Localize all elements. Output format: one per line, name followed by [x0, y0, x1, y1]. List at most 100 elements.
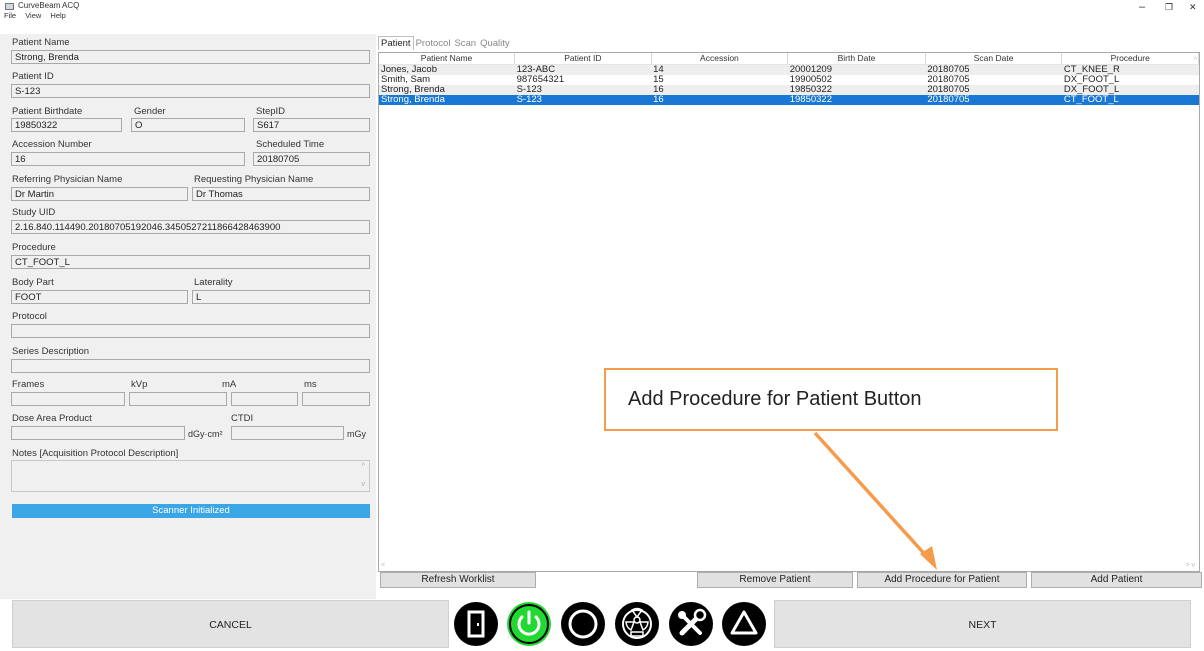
study-uid-label: Study UID — [12, 207, 56, 218]
accession-field[interactable]: 16 — [11, 152, 245, 166]
kvp-field[interactable] — [129, 392, 227, 406]
menu-view[interactable]: View — [25, 11, 41, 20]
table-cell: 14 — [651, 64, 788, 75]
table-cell: S-123 — [514, 85, 652, 95]
next-button[interactable]: NEXT — [774, 600, 1191, 648]
stepid-label: StepID — [256, 106, 286, 117]
frames-field[interactable] — [11, 392, 125, 406]
patient-id-field[interactable]: S-123 — [11, 84, 370, 98]
laterality-field[interactable]: L — [192, 290, 370, 304]
ms-label: ms — [304, 379, 317, 390]
table-cell: Strong, Brenda — [379, 95, 515, 105]
circle-icon[interactable] — [561, 602, 605, 646]
menu-bar: File View Help — [0, 11, 69, 22]
table-cell: 20180705 — [925, 85, 1062, 95]
tab-bar: Patient Protocol Scan Quality — [378, 36, 512, 50]
tab-protocol[interactable]: Protocol — [414, 37, 453, 50]
table-cell: 15 — [653, 75, 664, 85]
protocol-label: Protocol — [12, 311, 47, 322]
column-header[interactable]: Patient ID — [514, 53, 652, 65]
table-cell: DX_FOOT_L — [1061, 85, 1199, 95]
dap-unit: dGy·cm² — [188, 429, 223, 439]
table-cell: 987654321 — [516, 75, 565, 85]
warning-triangle-icon[interactable] — [722, 602, 766, 646]
table-row[interactable]: Strong, Brenda S-123 16 19850322 2018070… — [379, 85, 1199, 95]
close-button[interactable]: ✕ — [1189, 2, 1197, 12]
tab-patient[interactable]: Patient — [378, 36, 414, 50]
table-cell: 20180705 — [927, 75, 970, 85]
requesting-physician-label: Requesting Physician Name — [194, 174, 314, 185]
table-cell: Smith, Sam — [381, 75, 431, 85]
table-scroll-left-icon[interactable]: < — [381, 562, 385, 569]
table-cell: Strong, Brenda — [379, 85, 515, 95]
table-scroll-right-icon[interactable]: > v — [1185, 562, 1195, 569]
notes-label: Notes [Acquisition Protocol Description] — [12, 448, 179, 459]
table-cell: 16 — [651, 85, 788, 95]
table-cell: DX_FOOT_L — [1063, 75, 1120, 85]
ctdi-unit: mGy — [347, 429, 366, 439]
birthdate-label: Patient Birthdate — [12, 106, 83, 117]
column-header[interactable]: Scan Date — [925, 53, 1063, 65]
door-icon[interactable] — [454, 602, 498, 646]
table-cell: CT_FOOT_L — [1061, 95, 1199, 105]
maximize-button[interactable]: ❐ — [1165, 2, 1173, 12]
scheduled-time-label: Scheduled Time — [256, 139, 325, 150]
add-patient-button[interactable]: Add Patient — [1031, 572, 1202, 588]
cancel-button[interactable]: CANCEL — [12, 600, 449, 648]
table-cell: 20180705 — [925, 64, 1062, 75]
frames-label: Frames — [12, 379, 45, 390]
stepid-field[interactable]: S617 — [253, 118, 370, 132]
title-bar: CurveBeam ACQ – ❐ ✕ — [0, 0, 1204, 13]
column-header[interactable]: Patient Name — [379, 53, 516, 65]
tab-quality[interactable]: Quality — [478, 37, 512, 50]
series-description-label: Series Description — [12, 346, 90, 357]
referring-physician-field[interactable]: Dr Martin — [11, 187, 188, 201]
protocol-field[interactable] — [11, 324, 370, 338]
table-row[interactable]: Smith, Sam 987654321 15 19900502 2018070… — [379, 75, 1199, 85]
column-header[interactable]: Accession — [651, 53, 789, 65]
column-header[interactable]: Birth Date — [787, 53, 926, 65]
table-cell: Jones, Jacob — [379, 64, 515, 75]
power-icon[interactable] — [507, 602, 551, 646]
patient-name-label: Patient Name — [12, 37, 70, 48]
ma-label: mA — [222, 379, 237, 390]
requesting-physician-field[interactable]: Dr Thomas — [192, 187, 370, 201]
patient-name-field[interactable]: Strong, Brenda — [11, 50, 370, 64]
table-row-selected[interactable]: Strong, Brenda S-123 16 19850322 2018070… — [379, 95, 1199, 105]
menu-help[interactable]: Help — [50, 11, 65, 20]
table-cell: 20001209 — [787, 64, 926, 75]
ma-field[interactable] — [231, 392, 298, 406]
gender-field[interactable]: O — [131, 118, 245, 132]
series-description-field[interactable] — [11, 359, 370, 373]
column-header[interactable]: Procedure — [1061, 53, 1199, 65]
annotation-callout: Add Procedure for Patient Button — [604, 368, 1058, 431]
ctdi-label: CTDI — [231, 413, 254, 424]
notes-scroll-down-icon[interactable]: v — [362, 481, 366, 488]
notes-scroll-up-icon[interactable]: ^ — [362, 463, 365, 470]
scheduled-time-field[interactable]: 20180705 — [253, 152, 370, 166]
birthdate-field[interactable]: 19850322 — [11, 118, 122, 132]
study-uid-field[interactable]: 2.16.840.114490.20180705192046.345052721… — [11, 220, 370, 234]
ctdi-field[interactable] — [231, 426, 344, 440]
dose-area-product-field[interactable] — [11, 426, 185, 440]
table-cell: S-123 — [514, 95, 652, 105]
annotation-arrow — [813, 431, 937, 570]
table-row[interactable]: Jones, Jacob 123-ABC 14 20001209 2018070… — [379, 64, 1199, 75]
tab-scan[interactable]: Scan — [452, 37, 478, 50]
table-scroll-up-icon[interactable]: ^ — [1194, 57, 1197, 64]
minimize-button[interactable]: – — [1139, 2, 1145, 13]
ms-field[interactable] — [302, 392, 370, 406]
notes-textarea[interactable]: ^ v — [11, 460, 370, 492]
gender-label: Gender — [134, 106, 166, 117]
procedure-label: Procedure — [12, 242, 56, 253]
menu-file[interactable]: File — [4, 11, 16, 20]
refresh-worklist-button[interactable]: Refresh Worklist — [380, 572, 536, 588]
body-part-field[interactable]: FOOT — [11, 290, 188, 304]
table-cell: 19900502 — [789, 75, 832, 85]
tools-icon[interactable] — [669, 602, 713, 646]
radiation-icon[interactable] — [615, 602, 659, 646]
dose-area-product-label: Dose Area Product — [12, 413, 92, 424]
table-cell: 20180705 — [925, 95, 1062, 105]
table-cell: 123-ABC — [514, 64, 652, 75]
procedure-field[interactable]: CT_FOOT_L — [11, 255, 370, 269]
